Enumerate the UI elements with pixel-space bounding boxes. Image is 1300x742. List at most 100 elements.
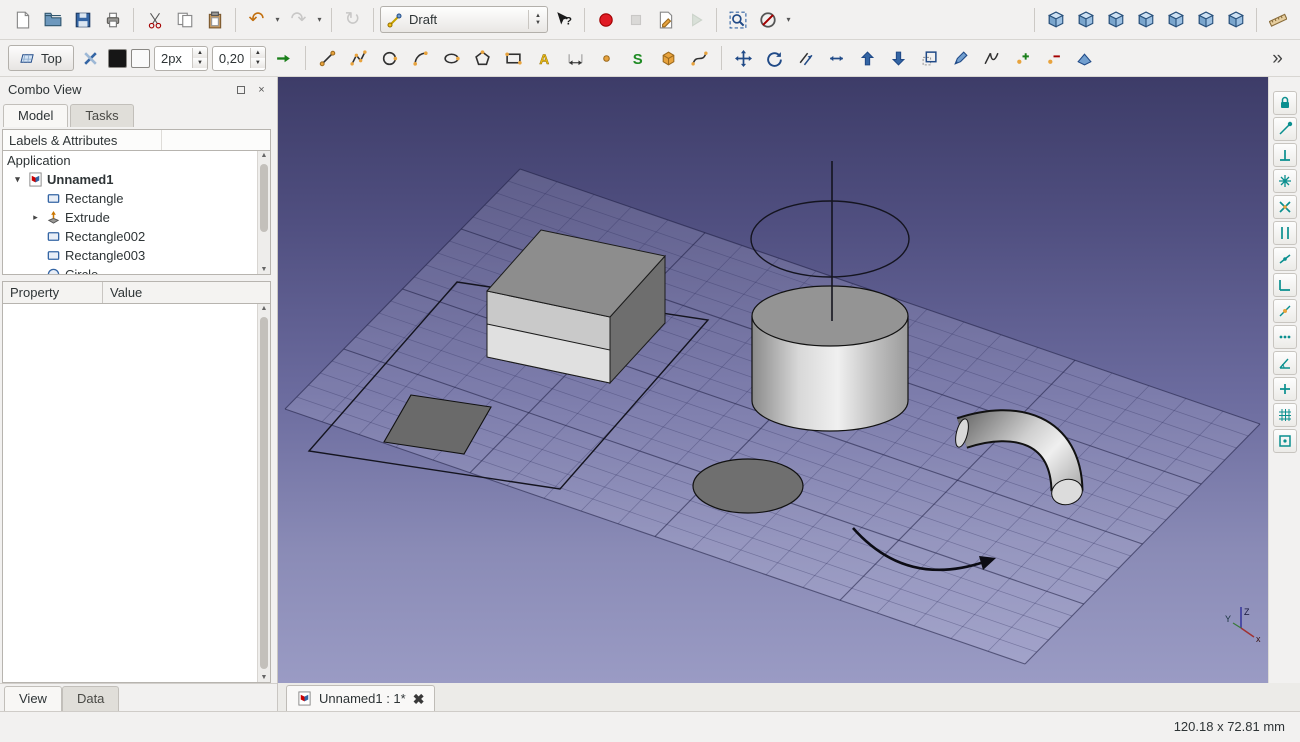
macro-play-button[interactable] — [681, 5, 710, 34]
draft-ellipse-button[interactable] — [437, 44, 466, 73]
close-tab-icon[interactable]: ✖ — [413, 692, 425, 706]
save-button[interactable] — [68, 5, 97, 34]
view-left-button[interactable] — [1221, 5, 1250, 34]
draft-scale-button[interactable] — [915, 44, 944, 73]
face-color-swatch[interactable] — [130, 48, 150, 68]
draft-arc-button[interactable] — [406, 44, 435, 73]
workbench-selector[interactable]: Draft ▲ ▼ — [380, 6, 548, 33]
draft-bspline-button[interactable]: S — [623, 44, 652, 73]
expander-icon[interactable]: ▾ — [11, 174, 24, 185]
paste-button[interactable] — [200, 5, 229, 34]
snap-endpoint-button[interactable] — [1272, 117, 1297, 141]
working-plane-button[interactable]: Top — [8, 45, 74, 71]
tree-item-rectangle002[interactable]: Rectangle002 — [3, 227, 270, 246]
tree-item-extrude[interactable]: ▸ Extrude — [3, 208, 270, 227]
tab-data[interactable]: Data — [61, 686, 120, 711]
print-button[interactable] — [98, 5, 127, 34]
view-top-button[interactable] — [1101, 5, 1130, 34]
tree-item-unnamed1[interactable]: ▾ Unnamed1 — [3, 170, 270, 189]
draft-point-button[interactable] — [592, 44, 621, 73]
refresh-button[interactable]: ↻ — [338, 5, 367, 34]
view-rear-button[interactable] — [1161, 5, 1190, 34]
line-width-spin-down[interactable]: ▼ — [192, 58, 207, 68]
text-scale-spin-down[interactable]: ▼ — [250, 58, 265, 68]
text-scale-spin-up[interactable]: ▲ — [250, 48, 265, 58]
line-color-swatch[interactable] — [107, 48, 127, 68]
draft-wire-to-bspline-button[interactable] — [977, 44, 1006, 73]
draft-wire-button[interactable] — [344, 44, 373, 73]
draft-offset-button[interactable] — [791, 44, 820, 73]
selection-filter-button[interactable] — [753, 5, 782, 34]
open-file-button[interactable] — [38, 5, 67, 34]
tree-item-rectangle003[interactable]: Rectangle003 — [3, 246, 270, 265]
draft-polygon-button[interactable] — [468, 44, 497, 73]
snap-ortho-button[interactable] — [1272, 273, 1297, 297]
view-axonometric-button[interactable] — [1041, 5, 1070, 34]
snap-center-button[interactable] — [1272, 169, 1297, 193]
tree-item-circle[interactable]: Circle — [3, 265, 270, 274]
draft-downgrade-button[interactable] — [884, 44, 913, 73]
selection-filter-button-dropdown[interactable]: ▾ — [783, 15, 794, 24]
snap-special-button[interactable] — [1272, 325, 1297, 349]
draft-rotate-button[interactable] — [760, 44, 789, 73]
3d-viewport[interactable]: Z Y x — [278, 77, 1268, 683]
measure-distance-button[interactable] — [1263, 5, 1292, 34]
draft-upgrade-button[interactable] — [853, 44, 882, 73]
tab-view[interactable]: View — [4, 686, 62, 711]
draft-rectangle-button[interactable] — [499, 44, 528, 73]
redo-button-dropdown[interactable]: ▾ — [314, 15, 325, 24]
document-tab[interactable]: Unnamed1 : 1* ✖ — [286, 685, 436, 711]
macro-stop-button[interactable] — [621, 5, 650, 34]
snap-working-plane-button[interactable] — [1272, 429, 1297, 453]
tree-item-application[interactable]: Application — [3, 151, 270, 170]
copy-button[interactable] — [170, 5, 199, 34]
draft-line-button[interactable] — [313, 44, 342, 73]
draft-trimex-button[interactable] — [822, 44, 851, 73]
whats-this-button[interactable]: ? — [549, 5, 578, 34]
view-bottom-button[interactable] — [1191, 5, 1220, 34]
snap-lock-button[interactable] — [1272, 91, 1297, 115]
line-width-spin-up[interactable]: ▲ — [192, 48, 207, 58]
draft-shape2dview-button[interactable] — [1070, 44, 1099, 73]
snap-parallel-button[interactable] — [1272, 221, 1297, 245]
tree-item-rectangle[interactable]: Rectangle — [3, 189, 270, 208]
circle-wire-object[interactable] — [750, 200, 910, 278]
cylinder-object[interactable] — [751, 285, 909, 432]
toolbar-overflow-button[interactable]: » — [1263, 44, 1292, 73]
redo-button[interactable]: ↷ — [284, 5, 313, 34]
undo-button[interactable]: ↶ — [242, 5, 271, 34]
property-scrollbar[interactable]: ▲ ▼ — [257, 304, 270, 682]
snap-perpendicular-button[interactable] — [1272, 143, 1297, 167]
draft-dimension-button[interactable] — [561, 44, 590, 73]
snap-grid-button[interactable] — [1272, 403, 1297, 427]
draft-move-button[interactable] — [729, 44, 758, 73]
macro-record-button[interactable] — [591, 5, 620, 34]
draft-bezier-button[interactable] — [685, 44, 714, 73]
tab-tasks[interactable]: Tasks — [70, 104, 134, 127]
expander-icon[interactable]: ▸ — [29, 212, 42, 223]
view-right-button[interactable] — [1131, 5, 1160, 34]
line-width-spin[interactable]: 2px ▲ ▼ — [153, 45, 208, 71]
snap-near-button[interactable] — [1272, 247, 1297, 271]
draft-facebinder-button[interactable] — [654, 44, 683, 73]
workbench-selector-arrows[interactable]: ▲ ▼ — [528, 10, 541, 29]
cut-button[interactable] — [140, 5, 169, 34]
draft-del-point-button[interactable] — [1039, 44, 1068, 73]
undo-button-dropdown[interactable]: ▾ — [272, 15, 283, 24]
new-file-button[interactable] — [8, 5, 37, 34]
draft-text-button[interactable]: A — [530, 44, 559, 73]
tab-model[interactable]: Model — [3, 104, 69, 127]
text-scale-spin[interactable]: 0,20 ▲ ▼ — [211, 45, 266, 71]
apply-style-button[interactable] — [269, 44, 298, 73]
disc-object[interactable] — [692, 458, 804, 514]
draft-edit-button[interactable] — [946, 44, 975, 73]
draft-circle-button[interactable] — [375, 44, 404, 73]
float-panel-icon[interactable] — [233, 82, 248, 97]
macro-edit-button[interactable] — [651, 5, 680, 34]
tree-scrollbar[interactable]: ▲ ▼ — [257, 151, 270, 274]
fit-all-button[interactable] — [723, 5, 752, 34]
snap-intersection-button[interactable] — [1272, 195, 1297, 219]
snap-extension-button[interactable] — [1272, 377, 1297, 401]
close-panel-icon[interactable]: × — [254, 82, 269, 97]
snap-angle-button[interactable] — [1272, 351, 1297, 375]
